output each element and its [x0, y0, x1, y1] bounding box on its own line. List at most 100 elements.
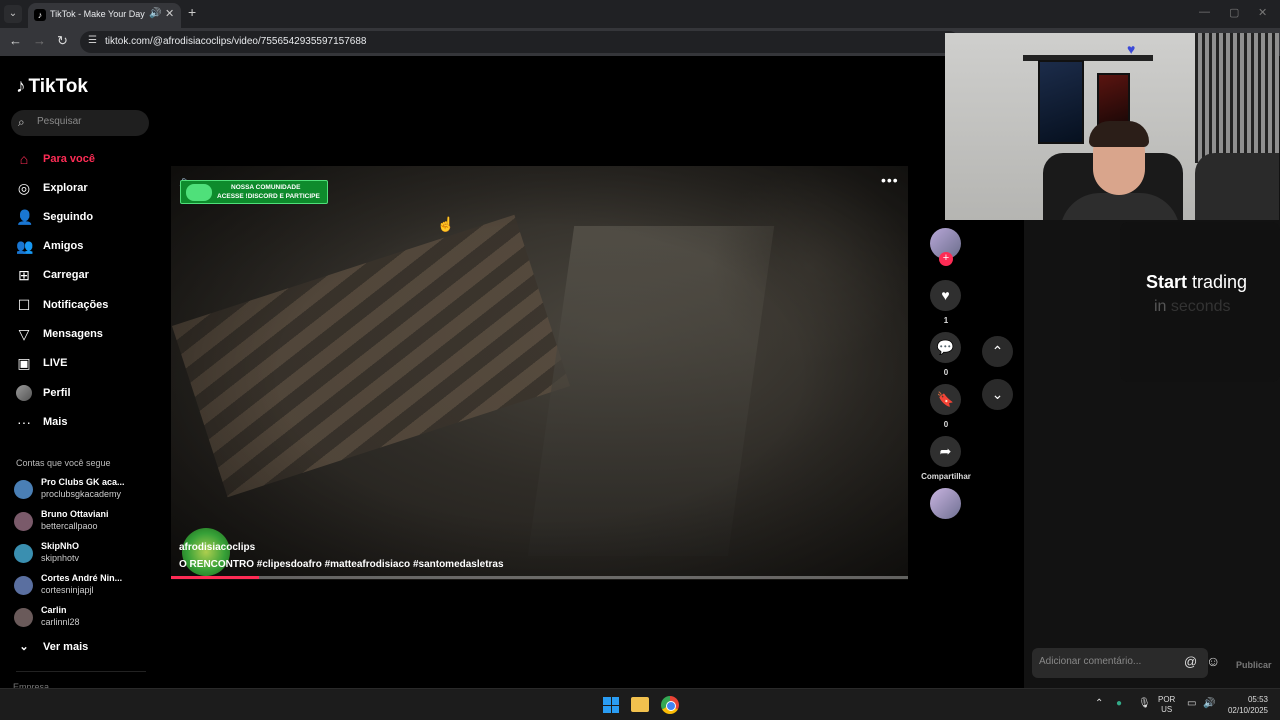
nav-label: Perfil: [43, 387, 71, 399]
chevron-up-icon: ⌃: [991, 343, 1004, 359]
search-box[interactable]: ⌕: [11, 110, 149, 136]
audio-playing-icon[interactable]: 🔊: [149, 8, 161, 19]
nav-label: Notificações: [43, 299, 109, 311]
discord-icon: [186, 184, 212, 201]
window-close-icon[interactable]: ✕: [1258, 6, 1267, 19]
nav-mensagens[interactable]: ▽ Mensagens: [16, 322, 146, 346]
live-icon: ▣: [17, 354, 31, 371]
network-icon[interactable]: ▭: [1187, 698, 1196, 709]
nav-live[interactable]: ▣ LIVE: [16, 351, 146, 375]
ad-word-seconds: seconds: [1170, 298, 1231, 315]
ad-headline: Start trading: [1146, 272, 1247, 293]
tiktok-note-icon: ♪: [16, 76, 26, 97]
language-indicator[interactable]: POR US: [1158, 695, 1175, 715]
clock[interactable]: 05:53 02/10/2025: [1222, 694, 1268, 716]
webcam-couch: [1195, 153, 1279, 220]
followed-account[interactable]: Pro Clubs GK aca... proclubsgkacademy: [14, 476, 154, 504]
speaker-icon[interactable]: 🔊: [1203, 698, 1215, 709]
chevron-down-icon: ⌄: [991, 386, 1004, 402]
browser-tabbar: ⌄ ♪ TikTok - Make Your Day 🔊 ✕ + — ▢ ✕: [0, 0, 1280, 28]
nav-para-voce[interactable]: ⌂ Para você: [16, 147, 146, 171]
sound-avatar[interactable]: [930, 488, 961, 519]
home-icon: ⌂: [19, 151, 29, 167]
comment-input[interactable]: [1039, 656, 1179, 667]
reload-icon[interactable]: ↻: [57, 33, 68, 49]
restore-icon[interactable]: ▢: [1229, 6, 1239, 19]
bookmark-icon: 🔖: [936, 391, 955, 407]
ad-card[interactable]: Start trading in seconds: [1120, 222, 1280, 382]
nav-amigos[interactable]: 👥 Amigos: [16, 234, 146, 258]
publish-button[interactable]: Publicar: [1236, 660, 1272, 670]
url-field[interactable]: ☰ tiktok.com/@afrodisiacoclips/video/755…: [80, 31, 960, 53]
tab-title: TikTok - Make Your Day: [50, 9, 145, 19]
site-info-icon[interactable]: ☰: [88, 35, 97, 46]
ad-subline: in seconds: [1154, 298, 1231, 316]
back-icon[interactable]: ←: [9, 33, 22, 48]
comment-button[interactable]: 💬: [930, 332, 961, 363]
followed-account[interactable]: Carlin carlinnl28: [14, 604, 154, 632]
tiktok-favicon-icon: ♪: [34, 9, 46, 21]
mention-icon[interactable]: @: [1184, 654, 1197, 669]
nav-label: Mais: [43, 416, 68, 428]
forward-icon[interactable]: →: [33, 33, 46, 48]
nav-carregar[interactable]: ⊞ Carregar: [16, 263, 146, 287]
nav-notificacoes[interactable]: ☐ Notificações: [16, 293, 146, 317]
video-progress[interactable]: [171, 576, 908, 579]
nav-label: Explorar: [43, 182, 88, 194]
search-input[interactable]: [37, 116, 145, 127]
hand-cursor-icon: ☝: [437, 216, 455, 232]
nav-perfil[interactable]: Perfil: [16, 381, 146, 405]
compass-icon: ◎: [17, 179, 31, 196]
comment-count: 0: [943, 368, 949, 377]
new-tab-icon[interactable]: +: [188, 4, 196, 20]
followed-account[interactable]: Cortes André Nin... cortesninjapjl: [14, 572, 154, 600]
discord-banner: NOSSA COMUNIDADE ACESSE !DISCORD E PARTI…: [180, 180, 328, 204]
previous-video-button[interactable]: ⌃: [982, 336, 1013, 367]
followed-account[interactable]: SkipNhO skipnhotv: [14, 540, 154, 568]
microphone-icon[interactable]: 🎙: [1138, 698, 1151, 709]
webcam-blinds: [1195, 33, 1279, 163]
webcam-poster: [1038, 60, 1084, 144]
banner-line2: ACESSE !DISCORD E PARTICIPE: [217, 193, 320, 200]
comment-box: @ ☺: [1032, 648, 1220, 678]
nav-explorar[interactable]: ◎ Explorar: [16, 176, 146, 200]
profile-avatar: [16, 385, 32, 401]
share-label: Compartilhar: [921, 472, 971, 481]
minimize-icon[interactable]: —: [1199, 6, 1210, 18]
ad-word-in: in: [1154, 298, 1167, 315]
tray-app-icon[interactable]: ●: [1116, 698, 1122, 709]
clock-date: 02/10/2025: [1227, 706, 1268, 715]
upload-icon: ⊞: [18, 266, 30, 283]
next-video-button[interactable]: ⌄: [982, 379, 1013, 410]
more-options-icon[interactable]: •••: [881, 172, 899, 188]
tab-search-icon[interactable]: ⌄: [4, 5, 22, 23]
browser-tab[interactable]: ♪ TikTok - Make Your Day 🔊 ✕: [28, 3, 181, 28]
tray-chevron-icon[interactable]: ⌃: [1095, 698, 1103, 709]
follow-plus-icon[interactable]: +: [939, 252, 953, 266]
nav-mais[interactable]: ··· Mais: [16, 410, 146, 434]
nav-label: LIVE: [43, 357, 68, 369]
tab-close-icon[interactable]: ✕: [165, 7, 174, 20]
url-text: tiktok.com/@afrodisiacoclips/video/75565…: [105, 36, 367, 47]
more-icon: ···: [17, 414, 31, 430]
see-more-label: Ver mais: [43, 640, 89, 653]
nav-seguindo[interactable]: 👤 Seguindo: [16, 205, 146, 229]
emoji-icon[interactable]: ☺: [1206, 653, 1220, 669]
video-player[interactable]: 🔈 ••• NOSSA COMUNIDADE ACESSE !DISCORD E…: [171, 166, 908, 580]
account-name: Bruno Ottaviani: [41, 509, 109, 519]
share-button[interactable]: ➦: [930, 436, 961, 467]
chrome-icon[interactable]: [661, 696, 679, 714]
video-author[interactable]: afrodisiacoclips: [179, 542, 255, 553]
like-button[interactable]: ♥: [930, 280, 961, 311]
file-explorer-icon[interactable]: [631, 697, 649, 712]
video-progress-fill: [171, 576, 260, 579]
save-button[interactable]: 🔖: [930, 384, 961, 415]
nav-label: Seguindo: [43, 211, 94, 223]
tiktok-logo[interactable]: ♪ TikTok: [16, 76, 88, 98]
see-more-button[interactable]: ⌄ Ver mais: [16, 640, 89, 654]
nav-label: Carregar: [43, 269, 89, 281]
windows-start-icon[interactable]: [603, 697, 619, 713]
followed-account[interactable]: Bruno Ottaviani bettercallpaoo: [14, 508, 154, 536]
account-handle: cortesninjapjl: [41, 585, 94, 595]
nav-label: Para você: [43, 153, 95, 165]
